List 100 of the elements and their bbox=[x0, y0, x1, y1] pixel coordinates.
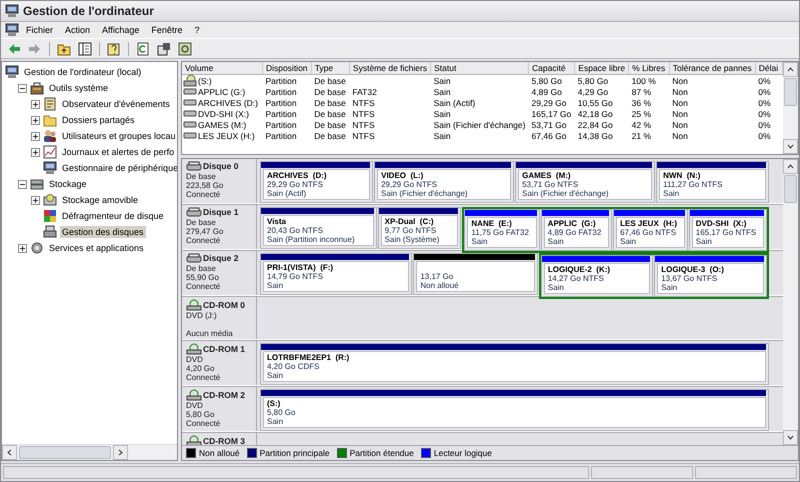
extended-partition[interactable]: LOGIQUE-2 (K:) 14,27 Go NTFS Sain LOGIQUE-3 (O:) 13,67 Go NTFS Sain bbox=[538, 253, 770, 299]
scroll-up-button[interactable] bbox=[783, 62, 798, 77]
expand-icon[interactable] bbox=[31, 100, 40, 108]
scroll-left-button[interactable] bbox=[2, 445, 17, 460]
tree-item[interactable]: Gestion des disques bbox=[60, 226, 146, 238]
partition-name: LOGIQUE-3 (O:) bbox=[661, 265, 725, 274]
disk-type: DVD (J:) bbox=[186, 311, 218, 320]
expand-icon[interactable] bbox=[31, 196, 40, 204]
scroll-up-button[interactable] bbox=[783, 159, 798, 174]
tree-item[interactable]: Stockage bbox=[47, 178, 89, 190]
partition-block[interactable]: PRI-1(VISTA) (F:) 14,79 Go NTFS Sain bbox=[260, 253, 412, 295]
partition-block[interactable]: LES JEUX (H:) 67,46 Go NTFS Sain bbox=[613, 209, 688, 251]
disk-status: Connecté bbox=[186, 236, 222, 245]
partition-block[interactable]: VIDEO (L:) 29,29 Go NTFS Sain (Fichier d'échange) bbox=[374, 161, 514, 203]
table-cell: Sain bbox=[430, 74, 529, 86]
disk-size: 5,80 Go bbox=[186, 410, 216, 419]
toolbox-icon bbox=[30, 81, 44, 95]
extended-partition[interactable]: NANE (E:) 11,75 Go FAT32 Sain APPLIC (G:) 4,89 Go FAT32 Sain LES JEUX (H:) 67,46 Go NTFS Sain DVD-SHI (X:) 165,17 Go NTFS Sain bbox=[462, 207, 770, 253]
disk-status: Connecté bbox=[186, 282, 222, 291]
tree-item[interactable]: Services et applications bbox=[47, 242, 146, 254]
partition-block[interactable]: LOGIQUE-2 (K:) 14,27 Go NTFS Sain bbox=[540, 255, 654, 297]
column-header[interactable]: Capacité bbox=[528, 62, 575, 74]
tree-item[interactable]: Journaux et alertes de perfo bbox=[60, 146, 176, 158]
menu-item[interactable]: ? bbox=[189, 25, 204, 35]
partition-block[interactable]: ARCHIVES (D:) 29,29 Go NTFS Sain (Actif) bbox=[260, 161, 374, 203]
volume-name: LES JEUX (H:) bbox=[198, 130, 255, 140]
scroll-thumb[interactable] bbox=[784, 175, 797, 203]
expand-icon[interactable] bbox=[31, 132, 40, 140]
partition-size: 67,46 Go NTFS bbox=[620, 228, 678, 237]
collapse-icon[interactable] bbox=[18, 180, 27, 188]
table-cell-text: Partition bbox=[264, 86, 298, 97]
table-cell: 5,80 Go bbox=[574, 74, 629, 86]
column-header[interactable]: Tolérance de pannes bbox=[669, 62, 756, 74]
tree-item[interactable]: Outils système bbox=[47, 82, 110, 94]
tree-pane-button[interactable] bbox=[76, 40, 94, 57]
tree-item[interactable]: Stockage amovible bbox=[60, 194, 140, 206]
partition-size: 14,79 Go NTFS bbox=[267, 272, 324, 281]
table-cell-text: 10,55 Go bbox=[576, 97, 614, 108]
scroll-thumb[interactable] bbox=[19, 446, 111, 459]
volume-name: ARCHIVES (D:) bbox=[198, 98, 258, 108]
menu-item[interactable]: Action bbox=[60, 25, 96, 35]
computer-icon[interactable] bbox=[5, 23, 19, 37]
disk-size: 4,20 Go bbox=[186, 364, 216, 373]
partition-block[interactable]: Vista 20,43 Go NTFS Sain (Partition inconnue) bbox=[260, 207, 377, 249]
table-cell-text: 87 % bbox=[630, 86, 652, 97]
partition-block[interactable]: LOTRBFME2EP1 (R:) 4,20 Go CDFS Sain bbox=[260, 343, 769, 385]
column-header[interactable]: Statut bbox=[430, 62, 529, 74]
tree-item[interactable]: Dossiers partagés bbox=[60, 114, 137, 126]
collapse-icon[interactable] bbox=[18, 84, 27, 92]
tree-item[interactable]: Défragmenteur de disque bbox=[60, 210, 166, 222]
partition-block[interactable]: LOGIQUE-3 (O:) 13,67 Go NTFS Sain bbox=[654, 255, 768, 297]
partition-status: Sain (Actif) bbox=[267, 189, 308, 198]
partition-name: ARCHIVES (D:) bbox=[267, 171, 328, 180]
partition-status: Sain bbox=[471, 237, 488, 246]
volume-name: GAMES (M:) bbox=[198, 120, 246, 130]
partition-block[interactable]: APPLIC (G:) 4,89 Go FAT32 Sain bbox=[540, 209, 612, 251]
tree-item[interactable]: Gestion de l'ordinateur (local) bbox=[22, 66, 144, 78]
disk-type: De base bbox=[186, 172, 217, 181]
column-header[interactable]: Délai bbox=[755, 62, 782, 74]
computer-icon bbox=[5, 4, 19, 18]
column-header[interactable]: Système de fichiers bbox=[349, 62, 431, 74]
table-cell-text: 22,84 Go bbox=[576, 119, 614, 130]
partition-block[interactable]: DVD-SHI (X:) 165,17 Go NTFS Sain bbox=[688, 209, 768, 251]
vertical-scrollbar[interactable] bbox=[783, 159, 798, 445]
expand-icon[interactable] bbox=[31, 116, 40, 124]
table-cell-text: 4,29 Go bbox=[576, 86, 610, 97]
table-cell: 100 % bbox=[628, 74, 670, 86]
tree-item[interactable]: Observateur d'événements bbox=[60, 98, 172, 110]
partition-block[interactable]: NANE (E:) 11,75 Go FAT32 Sain bbox=[464, 209, 540, 251]
tree-item[interactable]: Utilisateurs et groupes locau bbox=[60, 130, 177, 142]
unallocated-space[interactable]: 13,17 Go Non alloué bbox=[413, 253, 538, 295]
menu-item[interactable]: Fenêtre bbox=[146, 25, 188, 35]
folder-up-icon bbox=[57, 42, 71, 56]
column-header[interactable]: % Libres bbox=[628, 62, 670, 74]
partition-block[interactable]: GAMES (M:) 53,71 Go NTFS Sain (Fichier d'échange) bbox=[515, 161, 656, 203]
expand-icon[interactable] bbox=[18, 244, 27, 252]
scroll-down-button[interactable] bbox=[783, 139, 798, 154]
column-header[interactable]: Disposition bbox=[262, 62, 312, 74]
partition-name: LOGIQUE-2 (K:) bbox=[548, 265, 612, 274]
volume-name: (S:) bbox=[198, 76, 212, 86]
scroll-thumb[interactable] bbox=[784, 78, 797, 106]
scroll-right-button[interactable] bbox=[113, 445, 128, 460]
table-cell-text: Partition bbox=[264, 130, 298, 141]
vertical-scrollbar[interactable] bbox=[783, 62, 798, 154]
partition-block[interactable]: XP-Dual (C:) 9,77 Go NTFS Sain (Système) bbox=[378, 207, 462, 249]
properties-button[interactable] bbox=[155, 40, 173, 57]
cd-drive-icon bbox=[183, 74, 197, 87]
partition-name: LES JEUX (H:) bbox=[620, 219, 678, 228]
table-cell: De base bbox=[311, 74, 350, 86]
column-header[interactable]: Volume bbox=[182, 62, 262, 74]
partition-size: 29,29 Go NTFS bbox=[267, 180, 324, 189]
expand-icon[interactable] bbox=[31, 148, 40, 156]
partition-block[interactable]: NWN (N:) 111,27 Go NTFS Sain bbox=[656, 161, 769, 203]
scroll-down-button[interactable] bbox=[783, 430, 798, 445]
partition-block[interactable]: (S:) 5,80 Go Sain bbox=[260, 389, 769, 431]
horizontal-scrollbar[interactable] bbox=[2, 444, 177, 460]
column-header[interactable]: Type bbox=[311, 62, 350, 74]
menu-item[interactable]: Fichier bbox=[21, 25, 58, 35]
column-header[interactable]: Espace libre bbox=[574, 62, 629, 74]
menu-item[interactable]: Affichage bbox=[97, 25, 144, 35]
